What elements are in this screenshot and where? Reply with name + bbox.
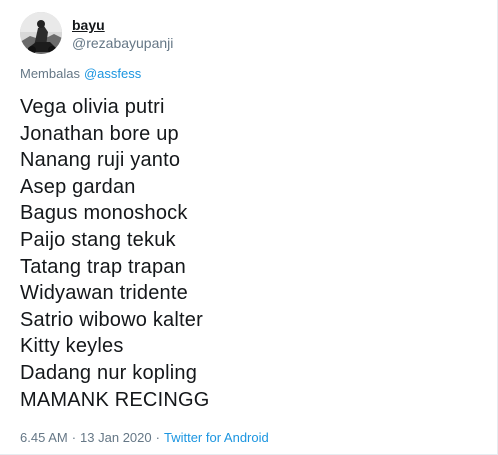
tweet-line: Tatang trap trapan <box>20 255 186 278</box>
avatar[interactable] <box>20 12 62 54</box>
tweet-line: Vega olivia putri <box>20 96 165 118</box>
tweet-line: Jonathan bore up <box>20 122 179 145</box>
tweet-card: bayu @rezabayupanji Membalas @assfess Veg… <box>0 0 498 455</box>
avatar-photo-icon <box>20 12 62 54</box>
tweet-time[interactable]: 6.45 AM <box>20 430 68 445</box>
tweet-line: MAMANK RECINGG <box>20 388 210 411</box>
tweet-date[interactable]: 13 Jan 2020 <box>80 430 152 445</box>
reply-mention-link[interactable]: @assfess <box>84 66 141 81</box>
user-names: bayu @rezabayupanji <box>72 17 173 52</box>
reply-prefix: Membalas <box>20 66 80 81</box>
tweet-source-link[interactable]: Twitter for Android <box>164 430 269 445</box>
tweet-text: Vega olivia putri Jonathan bore up Nanan… <box>20 94 209 413</box>
tweet-meta: 6.45 AM · 13 Jan 2020 · Twitter for Android <box>20 430 269 445</box>
meta-separator: · <box>71 430 77 445</box>
reply-context: Membalas @assfess <box>20 66 141 81</box>
username[interactable]: @rezabayupanji <box>72 35 173 52</box>
tweet-line: Dadang nur kopling <box>20 361 198 384</box>
tweet-line: Kitty keyles <box>20 335 124 358</box>
display-name[interactable]: bayu <box>72 17 173 34</box>
tweet-line: Asep gardan <box>20 175 136 198</box>
tweet-line: Satrio wibowo kalter <box>20 308 203 331</box>
meta-separator: · <box>155 430 160 445</box>
tweet-line: Widyawan tridente <box>20 282 188 305</box>
tweet-line: Bagus monoshock <box>20 202 188 225</box>
tweet-line: Nanang ruji yanto <box>20 149 181 172</box>
tweet-line: Paijo stang tekuk <box>20 228 176 251</box>
